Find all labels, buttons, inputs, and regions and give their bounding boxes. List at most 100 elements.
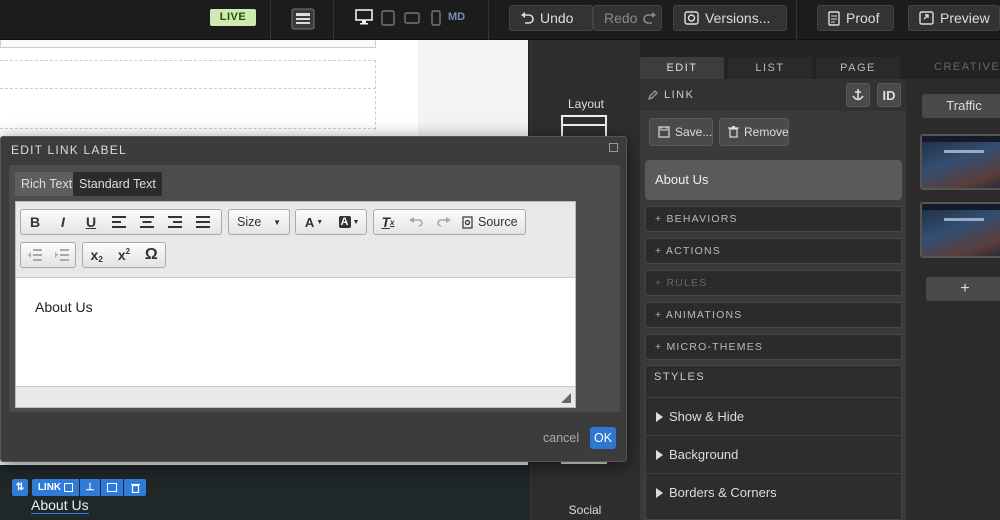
- editor-content-text[interactable]: About Us: [35, 299, 93, 315]
- anchor-button[interactable]: [846, 83, 870, 107]
- add-page-button[interactable]: +: [926, 277, 1000, 301]
- pencil-icon: [647, 89, 659, 101]
- cancel-button[interactable]: cancel: [543, 431, 579, 445]
- undo-button[interactable]: Undo: [509, 5, 593, 31]
- canvas-section: [0, 40, 376, 48]
- background-color-icon[interactable]: A ▼: [332, 210, 366, 234]
- tab-standard-text[interactable]: Standard Text: [73, 172, 162, 196]
- text-color-icon[interactable]: A ▼: [296, 210, 332, 234]
- styles-title: STYLES: [654, 371, 706, 383]
- behaviors-accordion[interactable]: + BEHAVIORS: [645, 206, 902, 232]
- dialog-title: EDIT LINK LABEL: [11, 143, 127, 157]
- link-widget-toolbar: ⇅ LINK ⊥: [12, 479, 146, 496]
- outdent-icon[interactable]: [21, 243, 48, 267]
- redo-icon[interactable]: [430, 210, 458, 234]
- micro-themes-accordion[interactable]: + MICRO-THEMES: [645, 334, 902, 360]
- link-tag-label: LINK: [37, 482, 62, 493]
- redo-icon: [643, 11, 657, 25]
- remove-format-icon[interactable]: Tx: [374, 210, 402, 234]
- color-group: A ▼ A ▼: [295, 209, 367, 235]
- resize-handle-icon[interactable]: [561, 393, 571, 403]
- source-icon: [462, 215, 473, 229]
- tablet-icon[interactable]: [381, 10, 395, 26]
- subscript-icon[interactable]: x2: [83, 243, 110, 267]
- special-character-icon[interactable]: Ω: [138, 243, 165, 267]
- canvas-dashed-guide: [0, 88, 376, 89]
- link-tag[interactable]: LINK: [32, 479, 79, 496]
- versions-button[interactable]: Versions...: [673, 5, 787, 31]
- canvas-region: [418, 40, 528, 135]
- size-dropdown[interactable]: Size ▼: [228, 209, 290, 235]
- undo-icon: [520, 11, 534, 25]
- tab-rich-text[interactable]: Rich Text: [15, 172, 79, 196]
- expand-arrow-icon: [656, 487, 663, 498]
- divider: [333, 0, 334, 40]
- redo-button[interactable]: Redo: [593, 5, 662, 31]
- indent-icon[interactable]: [48, 243, 75, 267]
- phone-icon[interactable]: [431, 10, 441, 26]
- chevron-down-icon: ▼: [273, 217, 281, 227]
- tab-edit[interactable]: EDIT: [640, 57, 724, 79]
- thumbnail-header: [922, 136, 1000, 142]
- pin-icon[interactable]: ⊥: [80, 479, 100, 496]
- page-thumbnail[interactable]: [920, 202, 1000, 258]
- save-button[interactable]: Save...: [649, 118, 713, 146]
- underline-icon[interactable]: U: [77, 210, 105, 234]
- source-label: Source: [478, 215, 518, 229]
- divider: [270, 0, 271, 40]
- layout-panel-icon[interactable]: [291, 8, 315, 30]
- divider: [796, 0, 797, 40]
- link-move-icon[interactable]: ⇅: [12, 479, 28, 496]
- indent-group: [20, 242, 76, 268]
- preview-label: Preview: [940, 10, 990, 26]
- remove-button[interactable]: Remove: [719, 118, 789, 146]
- traffic-button[interactable]: Traffic: [922, 94, 1000, 118]
- panel-tabs: EDIT LIST PAGE: [640, 57, 900, 79]
- tab-list[interactable]: LIST: [728, 57, 812, 79]
- trash-icon[interactable]: [124, 479, 146, 496]
- justify-icon[interactable]: [189, 210, 217, 234]
- align-left-icon[interactable]: [105, 210, 133, 234]
- proof-button[interactable]: Proof: [817, 5, 894, 31]
- divider: [488, 0, 489, 40]
- align-center-icon[interactable]: [133, 210, 161, 234]
- page-thumbnail[interactable]: [920, 134, 1000, 190]
- animations-accordion[interactable]: + ANIMATIONS: [645, 302, 902, 328]
- breakpoint-label: MD: [448, 11, 466, 23]
- tab-page[interactable]: PAGE: [816, 57, 900, 79]
- bold-icon[interactable]: B: [21, 210, 49, 234]
- link-label-field[interactable]: About Us: [645, 160, 902, 200]
- superscript-icon[interactable]: x2: [110, 243, 137, 267]
- maximize-icon[interactable]: [609, 143, 618, 152]
- italic-icon[interactable]: I: [49, 210, 77, 234]
- id-label: ID: [882, 87, 896, 103]
- align-right-icon[interactable]: [161, 210, 189, 234]
- canvas-dashed-guide: [0, 60, 376, 61]
- style-background[interactable]: Background: [646, 435, 901, 473]
- undo-icon[interactable]: [402, 210, 430, 234]
- source-button[interactable]: Source: [458, 215, 518, 229]
- versions-label: Versions...: [705, 10, 771, 26]
- undo-label: Undo: [540, 10, 574, 26]
- expand-arrow-icon: [656, 411, 663, 422]
- expand-arrow-icon: [656, 449, 663, 460]
- style-show-hide[interactable]: Show & Hide: [646, 397, 901, 435]
- editor-content-area[interactable]: [16, 277, 575, 387]
- tab-creative[interactable]: CREATIVE: [934, 61, 1000, 73]
- canvas-dashed-guide: [375, 60, 376, 130]
- id-button[interactable]: ID: [877, 83, 901, 107]
- selected-link-text[interactable]: About Us: [31, 497, 89, 514]
- layout-icon[interactable]: [101, 479, 123, 496]
- style-borders-corners[interactable]: Borders & Corners: [646, 473, 901, 511]
- edit-icon: [64, 483, 74, 492]
- live-status-badge[interactable]: LIVE: [210, 9, 256, 26]
- tablet-landscape-icon[interactable]: [404, 12, 420, 24]
- desktop-icon[interactable]: [355, 9, 373, 25]
- ok-button[interactable]: OK: [590, 427, 616, 449]
- save-label: Save...: [675, 125, 713, 139]
- remove-label: Remove: [744, 125, 789, 139]
- rules-accordion[interactable]: + RULES: [645, 270, 902, 296]
- layout-tool-icon[interactable]: [561, 115, 607, 137]
- actions-accordion[interactable]: + ACTIONS: [645, 238, 902, 264]
- preview-button[interactable]: Preview: [908, 5, 1000, 31]
